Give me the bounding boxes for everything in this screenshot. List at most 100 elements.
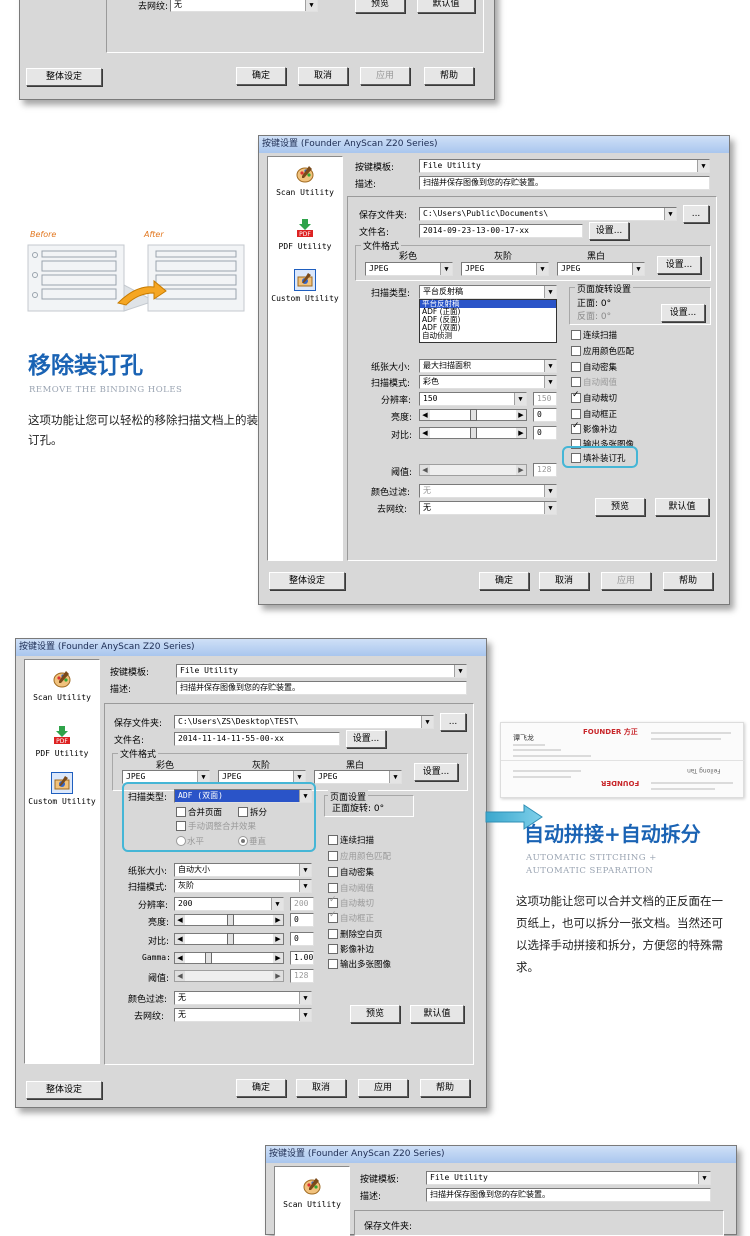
file-name-settings-button[interactable]: 设置...	[346, 730, 386, 748]
contrast-slider[interactable]: ◀ ▶	[419, 427, 527, 439]
radio-vertical[interactable]: 垂直	[238, 835, 266, 847]
browse-button[interactable]: ...	[440, 713, 466, 731]
preview-button[interactable]: 预览	[595, 498, 645, 516]
help-button[interactable]: 帮助	[663, 572, 713, 590]
preview-button[interactable]: 预览	[350, 1005, 400, 1023]
description-field[interactable]: 扫描并保存图像到您的存贮装置。	[426, 1188, 711, 1202]
threshold-value[interactable]: 128	[533, 463, 557, 477]
checkbox-remove-blank[interactable]: 删除空白页	[328, 928, 383, 940]
cancel-button[interactable]: 取消	[539, 572, 589, 590]
pdf-utility-item[interactable]: PDF PDF Utility	[25, 724, 99, 758]
scan-type-select[interactable]: 平台反射稿 ▼	[419, 285, 557, 299]
apply-button[interactable]: 应用	[358, 1079, 408, 1097]
checkbox-edge-fill[interactable]: 影像补边	[571, 421, 617, 435]
checkbox-auto-deskew[interactable]: 自动框正	[571, 408, 617, 420]
list-item[interactable]: 自动侦测	[420, 332, 556, 340]
default-button[interactable]: 默认值	[410, 1005, 464, 1023]
contrast-slider[interactable]: ◀ ▶	[174, 933, 284, 945]
radio-horizontal[interactable]: 水平	[176, 835, 204, 847]
slider-thumb[interactable]	[470, 409, 477, 421]
arrow-right-icon[interactable]: ▶	[273, 953, 283, 963]
resolution-spin[interactable]: 200	[290, 897, 314, 911]
color-filter-select[interactable]: 无 ▼	[419, 484, 557, 498]
resolution-select[interactable]: 150 ▼	[419, 392, 527, 406]
arrow-left-icon[interactable]: ◀	[420, 410, 430, 420]
apply-button[interactable]: 应用	[601, 572, 651, 590]
checkbox-continuous-scan[interactable]: 连续扫描	[571, 329, 617, 341]
arrow-right-icon[interactable]: ▶	[516, 410, 526, 420]
scan-type-select[interactable]: ADF (双面) ▼	[174, 789, 312, 803]
gamma-value[interactable]: 1.00	[290, 951, 314, 965]
descreen-select[interactable]: 无 ▼	[174, 1008, 312, 1022]
arrow-right-icon[interactable]: ▶	[273, 934, 283, 944]
file-name-field[interactable]: 2014-09-23-13-00-17-xx	[419, 224, 583, 238]
threshold-slider[interactable]: ◀ ▶	[174, 970, 284, 982]
contrast-value[interactable]: 0	[290, 932, 314, 946]
checkbox-auto-density[interactable]: 自动密集	[571, 361, 617, 373]
arrow-right-icon[interactable]: ▶	[273, 915, 283, 925]
rotation-settings-button[interactable]: 设置...	[661, 304, 705, 322]
color-format-select[interactable]: JPEG ▼	[365, 262, 453, 276]
checkbox-manual-adjust[interactable]: 手动调整合并效果	[176, 820, 256, 832]
arrow-right-icon[interactable]: ▶	[516, 428, 526, 438]
gray-format-select[interactable]: JPEG ▼	[461, 262, 549, 276]
ok-button[interactable]: 确定	[236, 1079, 286, 1097]
descreen-select[interactable]: 无 ▼	[419, 501, 557, 515]
template-select[interactable]: File Utility ▼	[419, 159, 710, 173]
save-folder-select[interactable]: C:\Users\ZS\Desktop\TEST\ ▼	[174, 715, 434, 729]
checkbox-auto-deskew[interactable]: 自动框正	[328, 910, 374, 924]
slider-thumb[interactable]	[205, 952, 212, 964]
checkbox-auto-threshold[interactable]: 自动阈值	[328, 882, 374, 894]
apply-button[interactable]: 应用	[360, 67, 410, 85]
arrow-left-icon[interactable]: ◀	[420, 465, 430, 475]
arrow-right-icon[interactable]: ▶	[273, 971, 283, 981]
gamma-slider[interactable]: ◀ ▶	[174, 952, 284, 964]
template-select[interactable]: File Utility ▼	[176, 664, 467, 678]
arrow-left-icon[interactable]: ◀	[175, 953, 185, 963]
brightness-value[interactable]: 0	[290, 913, 314, 927]
custom-utility-item[interactable]: Custom Utility	[25, 772, 99, 806]
save-folder-select[interactable]: C:\Users\Public\Documents\ ▼	[419, 207, 677, 221]
description-field[interactable]: 扫描并保存图像到您的存贮装置。	[176, 681, 467, 695]
checkbox-color-matching[interactable]: 应用颜色匹配	[328, 850, 391, 862]
scan-mode-select[interactable]: 彩色 ▼	[419, 375, 557, 389]
format-settings-button[interactable]: 设置...	[414, 763, 458, 781]
checkbox-multi-output[interactable]: 输出多张图像	[328, 958, 391, 970]
scan-utility-item[interactable]: Scan Utility	[25, 668, 99, 702]
brightness-value[interactable]: 0	[533, 408, 557, 422]
bw-format-select[interactable]: JPEG ▼	[314, 770, 402, 784]
checkbox-split[interactable]: 拆分	[238, 806, 267, 818]
cancel-button[interactable]: 取消	[296, 1079, 346, 1097]
scan-utility-item[interactable]: Scan Utility	[268, 163, 342, 197]
custom-utility-item[interactable]: Custom Utility	[268, 269, 342, 303]
global-settings-button[interactable]: 整体设定	[26, 1081, 102, 1099]
pdf-utility-item[interactable]: PDF PDF Utility	[268, 217, 342, 251]
file-name-settings-button[interactable]: 设置...	[589, 222, 629, 240]
resolution-select[interactable]: 200 ▼	[174, 897, 284, 911]
checkbox-auto-crop[interactable]: 自动裁切	[571, 390, 617, 404]
checkbox-continuous-scan[interactable]: 连续扫描	[328, 834, 374, 846]
browse-button[interactable]: ...	[683, 205, 709, 223]
color-filter-select[interactable]: 无 ▼	[174, 991, 312, 1005]
ok-button[interactable]: 确定	[236, 67, 286, 85]
format-settings-button[interactable]: 设置...	[657, 256, 701, 274]
slider-thumb[interactable]	[227, 914, 234, 926]
brightness-slider[interactable]: ◀ ▶	[174, 914, 284, 926]
default-button[interactable]: 默认值	[655, 498, 709, 516]
help-button[interactable]: 帮助	[420, 1079, 470, 1097]
slider-thumb[interactable]	[470, 427, 477, 439]
scan-mode-select[interactable]: 灰阶 ▼	[174, 879, 312, 893]
global-settings-button[interactable]: 整体设定	[269, 572, 345, 590]
bw-format-select[interactable]: JPEG ▼	[557, 262, 645, 276]
paper-size-select[interactable]: 最大扫描面积 ▼	[419, 359, 557, 373]
help-button[interactable]: 帮助	[424, 67, 474, 85]
scan-utility-item[interactable]: Scan Utility	[275, 1175, 349, 1209]
file-name-field[interactable]: 2014-11-14-11-55-00-xx	[174, 732, 340, 746]
checkbox-fill-binding-holes[interactable]: 填补装订孔	[571, 452, 626, 464]
checkbox-color-matching[interactable]: 应用颜色匹配	[571, 345, 634, 357]
resolution-spin[interactable]: 150	[533, 392, 557, 406]
threshold-value[interactable]: 128	[290, 969, 314, 983]
checkbox-auto-threshold[interactable]: 自动阈值	[571, 376, 617, 388]
default-button[interactable]: 默认值	[417, 0, 475, 13]
arrow-right-icon[interactable]: ▶	[516, 465, 526, 475]
